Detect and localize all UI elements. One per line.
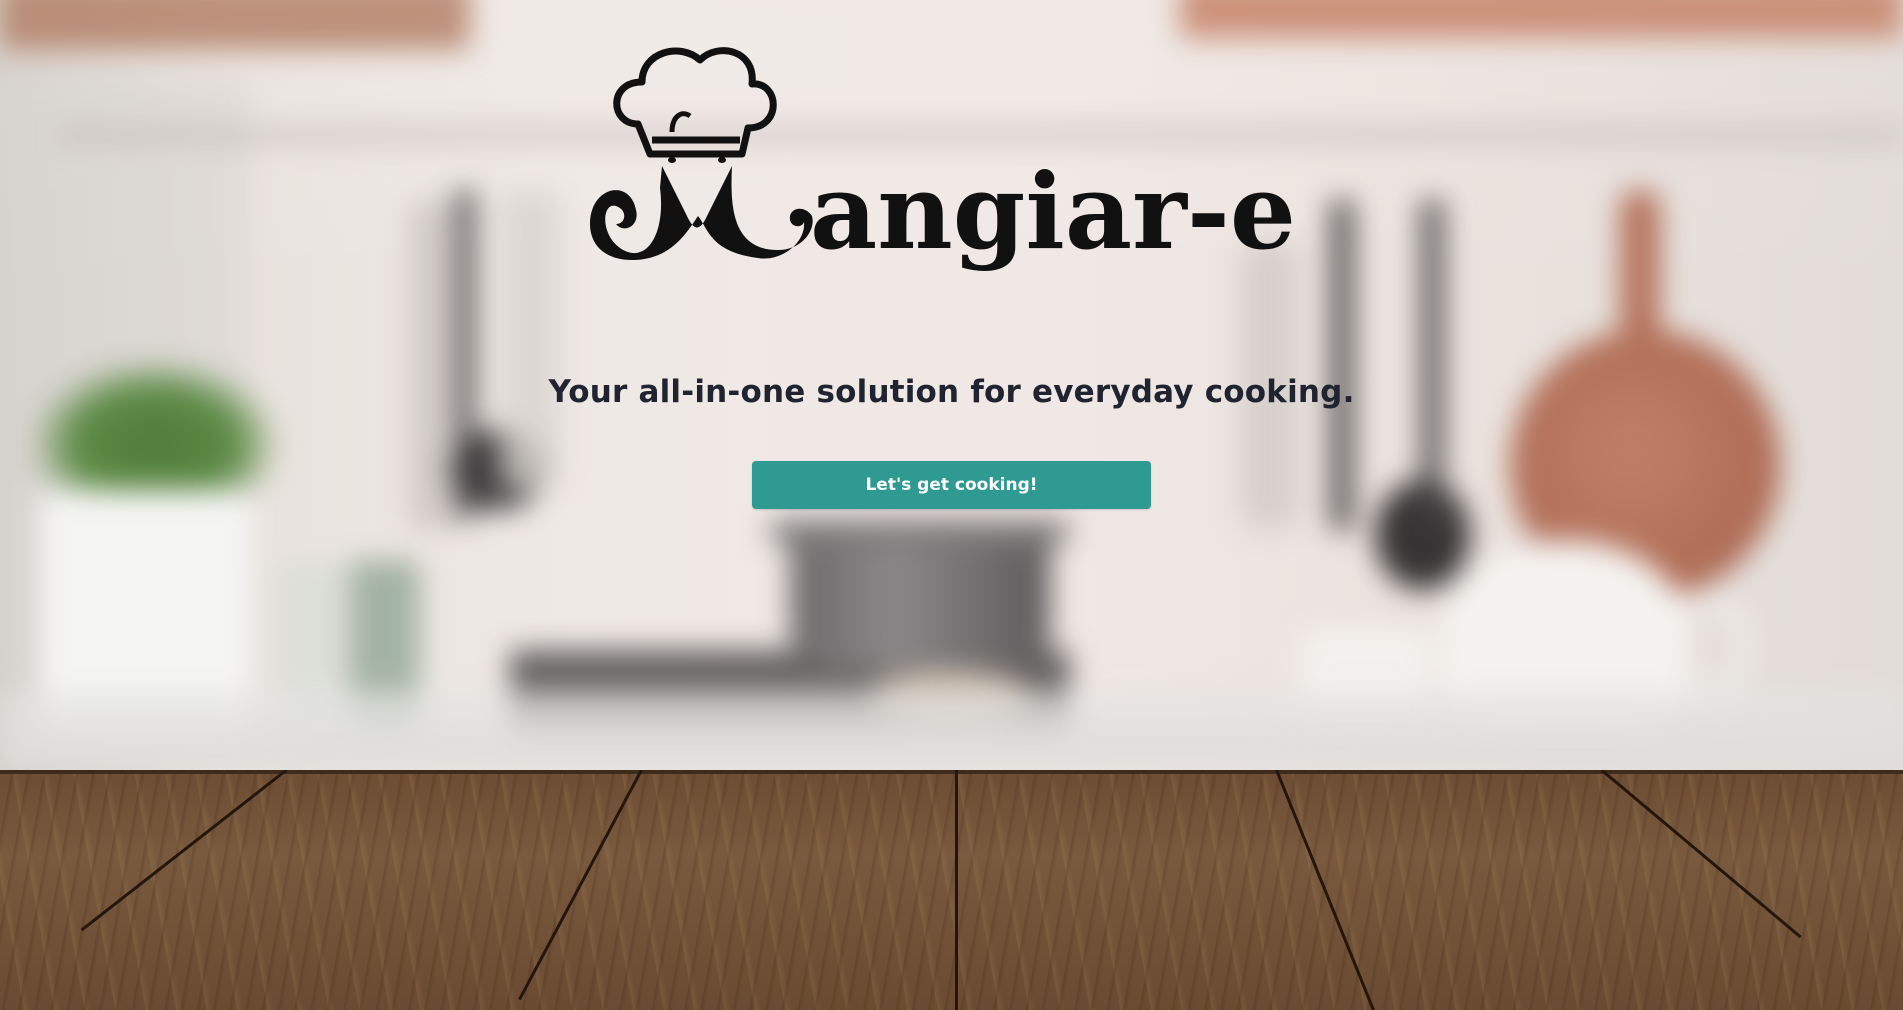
hero-tagline: Your all-in-one solution for everyday co… xyxy=(548,374,1355,410)
hero-content: angiar-e Your all-in-one solution for ev… xyxy=(0,0,1903,1010)
brand-wordmark: angiar-e xyxy=(810,150,1296,273)
brand-logo[interactable]: angiar-e xyxy=(590,38,1310,298)
mustache-icon xyxy=(590,157,813,260)
get-cooking-button[interactable]: Let's get cooking! xyxy=(752,461,1151,509)
chef-hat-icon xyxy=(613,47,777,158)
hero-section: angiar-e Your all-in-one solution for ev… xyxy=(0,0,1903,1010)
